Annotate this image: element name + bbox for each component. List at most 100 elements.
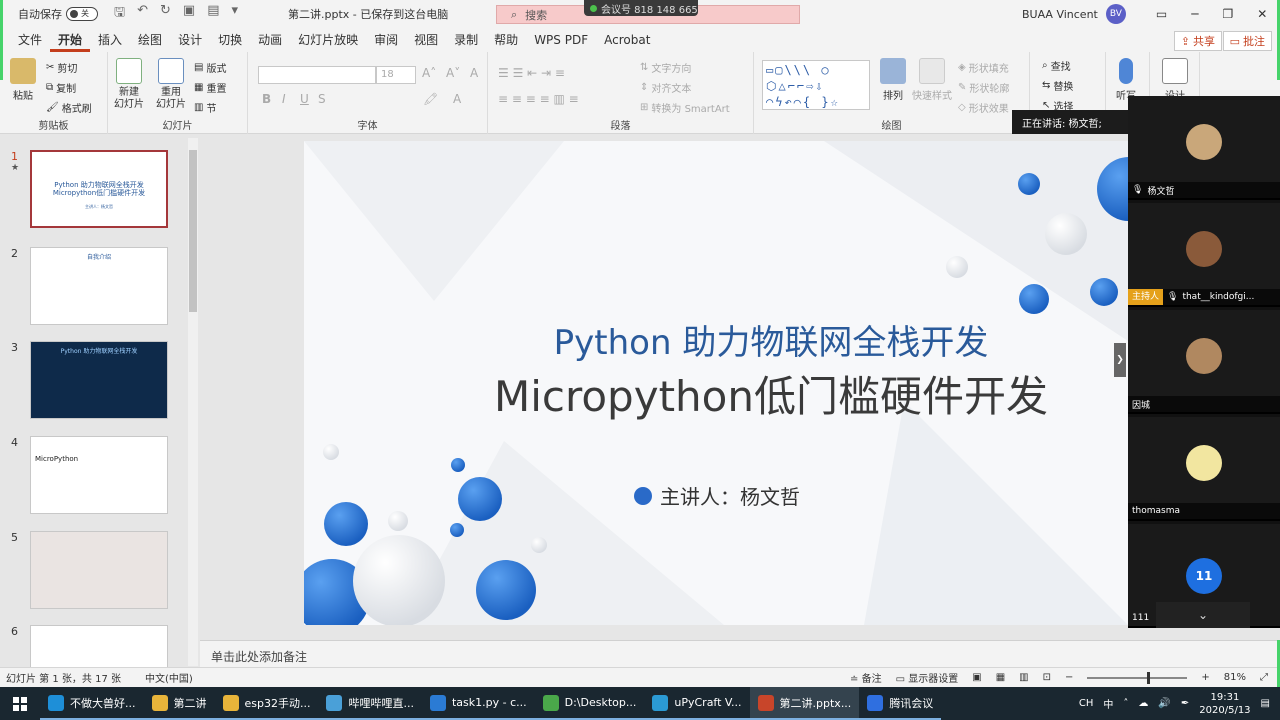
undo-icon[interactable]: ↶: [137, 3, 148, 25]
taskbar-item[interactable]: 第二讲.pptx...: [749, 687, 860, 720]
normal-view-icon[interactable]: ▣: [972, 672, 981, 683]
participant-tile[interactable]: thomasma: [1128, 417, 1280, 521]
clear-format-icon[interactable]: A: [470, 66, 478, 80]
ribbon-display-icon[interactable]: ▭: [1156, 7, 1167, 21]
highlight-icon[interactable]: 🖍: [423, 92, 438, 106]
taskbar-item[interactable]: task1.py - c...: [421, 687, 535, 720]
zoom-slider[interactable]: [1087, 671, 1188, 684]
paste-button[interactable]: 粘贴: [10, 58, 36, 102]
taskbar-item[interactable]: uPyCraft V...: [644, 687, 750, 720]
participant-tile[interactable]: 🎙 杨文哲: [1128, 96, 1280, 200]
format-painter-button[interactable]: 🖌 格式刷: [46, 100, 92, 115]
close-icon[interactable]: ✕: [1257, 7, 1267, 21]
arrange-button[interactable]: 排列: [880, 58, 906, 102]
clock[interactable]: 19:31 2020/5/13: [1199, 691, 1250, 717]
shape-fill-button[interactable]: ◈ 形状填充: [958, 60, 1009, 75]
slide-speaker-line[interactable]: 主讲人：杨文哲: [634, 481, 800, 510]
shape-outline-button[interactable]: ✎ 形状轮廓: [958, 80, 1009, 95]
layout-button[interactable]: ▤ 版式: [194, 60, 226, 75]
notes-toggle[interactable]: ≐ 备注: [850, 670, 882, 685]
find-button[interactable]: ⌕ 查找: [1042, 58, 1071, 73]
notifications-icon[interactable]: ▤: [1261, 698, 1270, 709]
tray-chevron-icon[interactable]: ˄: [1123, 698, 1128, 709]
pen-icon[interactable]: ✒: [1181, 698, 1189, 709]
text-direction-button[interactable]: ⇅ 文字方向: [640, 60, 691, 75]
slide-title[interactable]: Python 助力物联网全栈开发: [304, 315, 1128, 364]
tab-10[interactable]: 录制: [446, 28, 486, 52]
display-settings[interactable]: ▭ 显示器设置: [896, 670, 959, 685]
taskbar-item[interactable]: esp32手动...: [214, 687, 319, 720]
taskbar-item[interactable]: 不做大兽好...: [40, 687, 144, 720]
copy-button[interactable]: ⧉ 复制: [46, 80, 76, 95]
cut-button[interactable]: ✂ 剪切: [46, 60, 77, 75]
tab-4[interactable]: 设计: [170, 28, 210, 52]
tab-3[interactable]: 绘图: [130, 28, 170, 52]
start-button[interactable]: [0, 687, 40, 720]
scrollbar-thumb[interactable]: [189, 150, 197, 312]
slide-thumbnail[interactable]: 自我介绍: [30, 247, 168, 325]
bullets-icon[interactable]: ☰ ☰ ⇤ ⇥ ≡: [498, 66, 565, 80]
user-name[interactable]: BUAA Vincent: [1022, 8, 1098, 21]
taskbar-item[interactable]: D:\Desktop...: [534, 687, 645, 720]
tab-8[interactable]: 审阅: [366, 28, 406, 52]
from-current-icon[interactable]: ▤: [207, 3, 219, 25]
taskbar-item[interactable]: 哔哩哔哩直...: [318, 687, 422, 720]
font-name-select[interactable]: [258, 66, 376, 84]
notes-pane[interactable]: 单击此处添加备注: [200, 640, 1280, 667]
comments-button[interactable]: ▭ 批注: [1222, 31, 1272, 51]
slide-thumbnail[interactable]: MicroPython: [30, 436, 168, 514]
language-indicator[interactable]: 中文(中国): [145, 670, 193, 685]
slide-thumbnail[interactable]: Python 助力物联网全栈开发: [30, 341, 168, 419]
taskbar-item[interactable]: 第二讲: [143, 687, 215, 720]
font-color-icon[interactable]: A: [453, 92, 461, 106]
new-slide-button[interactable]: 新建 幻灯片: [114, 58, 144, 111]
increase-font-icon[interactable]: A˄: [422, 66, 436, 80]
shapes-gallery[interactable]: ▭▢\\\ ○ ⬡△⌐⌐⇨⇩ ◠ϟ↶⌒{ }☆: [762, 60, 870, 110]
slide-thumbnail[interactable]: [30, 531, 168, 609]
tab-0[interactable]: 文件: [10, 28, 50, 52]
sorter-view-icon[interactable]: ▦: [996, 672, 1005, 683]
tab-5[interactable]: 切换: [210, 28, 250, 52]
bold-button[interactable]: B: [262, 92, 271, 106]
network-icon[interactable]: ☁: [1138, 698, 1148, 709]
ime-mode[interactable]: 中: [1103, 696, 1113, 711]
document-title[interactable]: 第二讲.pptx - 已保存到这台电脑: [288, 6, 448, 22]
slide-subtitle[interactable]: Micropython低门槛硬件开发: [304, 363, 1128, 424]
current-slide[interactable]: Python 助力物联网全栈开发 Micropython低门槛硬件开发 主讲人：…: [304, 141, 1128, 625]
align-icon[interactable]: ≡ ≡ ≡ ≡ ▥ ≡: [498, 92, 579, 106]
participant-tile[interactable]: 因城: [1128, 310, 1280, 414]
meeting-id-pill[interactable]: 会议号 818 148 665: [584, 0, 698, 16]
tab-6[interactable]: 动画: [250, 28, 290, 52]
shape-effects-button[interactable]: ◇ 形状效果: [958, 100, 1009, 115]
slideshow-view-icon[interactable]: ⊡: [1043, 672, 1051, 683]
panel-expand-icon[interactable]: ❯: [1114, 343, 1126, 377]
replace-button[interactable]: ⇆ 替换: [1042, 78, 1073, 93]
smartart-button[interactable]: ⊞ 转换为 SmartArt: [640, 100, 730, 115]
tab-12[interactable]: WPS PDF: [526, 28, 596, 52]
quick-styles-button[interactable]: 快速样式: [912, 58, 952, 102]
autosave-toggle[interactable]: 关: [66, 7, 98, 21]
align-text-button[interactable]: ⇕ 对齐文本: [640, 80, 691, 95]
more-participants-tile[interactable]: 11 ⌄ 111: [1128, 524, 1280, 628]
strikethrough-button[interactable]: S: [318, 92, 326, 106]
tab-7[interactable]: 幻灯片放映: [290, 28, 366, 52]
thumbnail-scrollbar[interactable]: [188, 138, 198, 666]
slideshow-start-icon[interactable]: ▣: [183, 3, 195, 25]
minimize-icon[interactable]: ─: [1191, 7, 1198, 21]
redo-icon[interactable]: ↻: [160, 3, 171, 25]
reading-view-icon[interactable]: ▥: [1019, 672, 1028, 683]
section-button[interactable]: ▥ 节: [194, 100, 216, 115]
font-size-select[interactable]: 18: [376, 66, 416, 84]
save-icon[interactable]: 🖫: [114, 3, 125, 25]
ime-indicator[interactable]: CH: [1079, 698, 1094, 709]
avatar[interactable]: BV: [1105, 4, 1126, 24]
tab-13[interactable]: Acrobat: [596, 28, 658, 52]
tab-2[interactable]: 插入: [90, 28, 130, 52]
participant-tile[interactable]: 主持人 🎙 that__kindofgi...: [1128, 203, 1280, 307]
slide-thumbnail[interactable]: Python 助力物联网全栈开发 Micropython低门槛硬件开发 主讲人：杨文…: [30, 150, 168, 228]
restore-icon[interactable]: ❐: [1222, 7, 1233, 21]
share-button[interactable]: ⇪ 共享: [1173, 31, 1222, 51]
zoom-out-icon[interactable]: −: [1065, 672, 1073, 683]
volume-icon[interactable]: 🔊: [1158, 698, 1170, 709]
reuse-slides-button[interactable]: 重用 幻灯片: [156, 58, 186, 111]
